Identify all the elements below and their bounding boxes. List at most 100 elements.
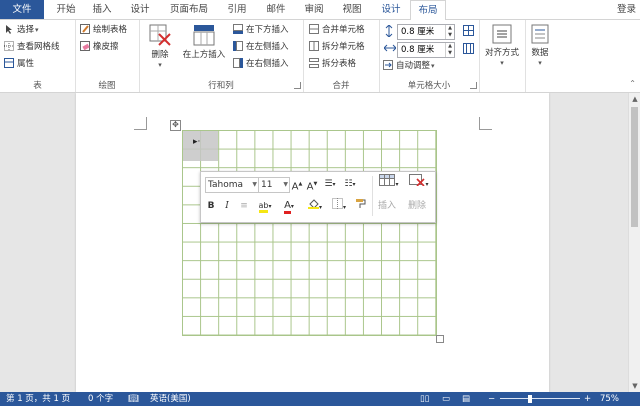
- split-table-button[interactable]: 拆分表格: [309, 57, 356, 72]
- autofit-label: 自动调整: [396, 61, 435, 71]
- data-icon: [531, 24, 549, 44]
- insert-left-label: 在左侧插入: [246, 42, 289, 52]
- zoom-level[interactable]: 75%: [600, 392, 619, 406]
- selected-cell[interactable]: [183, 131, 218, 161]
- ribbon-tab-bar: 文件 开始 插入 设计 页面布局 引用 邮件 审阅 视图 设计 布局 登录: [0, 0, 640, 21]
- tab-page-layout[interactable]: 页面布局: [163, 0, 215, 19]
- proofing-icon[interactable]: 📖︎: [128, 392, 139, 406]
- view-gridlines-button[interactable]: 查看网格线: [4, 40, 60, 55]
- group-cell-size-label: 单元格大小: [407, 81, 451, 91]
- grow-font-icon[interactable]: A▲: [291, 176, 303, 192]
- column-width-spinner[interactable]: ▲▼: [397, 42, 455, 58]
- delete-mini-button[interactable]: 删除: [405, 198, 429, 214]
- collapse-ribbon-icon[interactable]: ⌃: [629, 79, 636, 88]
- insert-right-label: 在右侧插入: [246, 59, 289, 69]
- tab-design[interactable]: 设计: [124, 0, 156, 19]
- tab-insert[interactable]: 插入: [86, 0, 118, 19]
- group-data: 数据 ▾: [525, 20, 555, 92]
- print-layout-icon[interactable]: ▭: [442, 392, 450, 406]
- read-mode-icon[interactable]: ▯▯: [420, 392, 429, 406]
- mini-toolbar-separator: [372, 176, 373, 216]
- alignment-icon: [492, 24, 512, 44]
- chevron-down-icon: ▼: [252, 181, 257, 188]
- zoom-out-icon[interactable]: −: [488, 392, 495, 406]
- draw-table-button[interactable]: 绘制表格: [80, 23, 127, 38]
- scroll-thumb[interactable]: [631, 107, 638, 227]
- format-painter-icon[interactable]: [353, 198, 367, 214]
- insert-left-button[interactable]: 在左侧插入: [233, 40, 289, 55]
- font-color-icon[interactable]: A▾: [279, 198, 299, 214]
- shrink-font-icon[interactable]: A▼: [306, 176, 318, 192]
- insert-table-icon[interactable]: ▾: [376, 174, 402, 190]
- tab-table-design[interactable]: 设计: [375, 0, 407, 19]
- language-indicator[interactable]: 英语(美国): [150, 392, 191, 406]
- select-button[interactable]: 选择: [4, 23, 39, 38]
- tab-home[interactable]: 开始: [50, 0, 82, 19]
- properties-label: 属性: [17, 59, 35, 69]
- zoom-in-icon[interactable]: +: [584, 392, 591, 406]
- vertical-scrollbar[interactable]: ▲ ▼: [628, 93, 640, 392]
- tab-references[interactable]: 引用: [222, 0, 252, 19]
- distribute-columns-icon[interactable]: [463, 43, 474, 57]
- borders-icon[interactable]: ▾: [329, 198, 349, 214]
- web-layout-icon[interactable]: ▤: [462, 392, 470, 406]
- properties-button[interactable]: 属性: [4, 57, 34, 72]
- font-size-box[interactable]: 11 ▼: [258, 177, 290, 193]
- split-cells-button[interactable]: 拆分单元格: [309, 40, 365, 55]
- align-center-icon[interactable]: ≡: [237, 198, 251, 214]
- merge-cells-label: 合并单元格: [322, 25, 365, 35]
- delete-table-icon[interactable]: ▾: [406, 174, 432, 190]
- group-merge-label: 合并: [332, 81, 350, 91]
- numbering-icon[interactable]: ☷▾: [341, 176, 359, 192]
- eraser-button[interactable]: 橡皮擦: [80, 40, 119, 55]
- word-count[interactable]: 0 个字: [88, 392, 113, 406]
- group-draw-label: 绘图: [98, 81, 116, 91]
- bullets-icon[interactable]: ☰▾: [321, 176, 339, 192]
- data-label: 数据: [531, 48, 549, 58]
- row-height-arrows-icon[interactable]: ▲ ▼: [445, 25, 454, 39]
- tab-table-layout[interactable]: 布局: [410, 0, 446, 21]
- cell-size-launcher-icon[interactable]: .: [470, 82, 477, 89]
- distribute-rows-icon[interactable]: [463, 25, 474, 39]
- insert-above-button[interactable]: 在上方插入: [179, 24, 229, 60]
- signin-link[interactable]: 登录: [617, 0, 636, 19]
- column-width-arrows-icon[interactable]: ▲ ▼: [445, 43, 454, 57]
- font-name-box[interactable]: Tahoma ▼: [205, 177, 259, 193]
- bold-button[interactable]: B: [205, 198, 217, 214]
- delete-table-icon: [149, 24, 171, 46]
- delete-button[interactable]: 删除 ▾: [145, 24, 175, 70]
- zoom-slider-knob[interactable]: [528, 395, 532, 403]
- row-height-input[interactable]: [398, 25, 439, 37]
- row-height-icon: [384, 24, 394, 40]
- view-gridlines-label: 查看网格线: [17, 42, 60, 52]
- rows-columns-launcher-icon[interactable]: .: [294, 82, 301, 89]
- tab-mailings[interactable]: 邮件: [260, 0, 292, 19]
- italic-button[interactable]: I: [221, 198, 233, 214]
- alignment-button[interactable]: 对齐方式 ▾: [481, 24, 523, 68]
- tab-review[interactable]: 审阅: [298, 0, 330, 19]
- shading-icon[interactable]: ▾: [305, 198, 325, 214]
- split-table-label: 拆分表格: [322, 59, 357, 69]
- grid-table[interactable]: [182, 130, 437, 336]
- autofit-button[interactable]: 自动调整: [383, 59, 435, 74]
- highlight-color-icon[interactable]: ab▾: [255, 198, 275, 214]
- table-move-handle-icon[interactable]: ✥: [170, 120, 181, 131]
- tab-view[interactable]: 视图: [336, 0, 368, 19]
- zoom-slider[interactable]: [500, 398, 580, 399]
- scroll-up-icon[interactable]: ▲: [629, 93, 640, 105]
- merge-cells-icon: [309, 23, 319, 34]
- insert-button[interactable]: 插入: [375, 198, 399, 214]
- page-count[interactable]: 第 1 页，共 1 页: [6, 392, 70, 406]
- column-width-input[interactable]: [398, 43, 439, 55]
- merge-cells-button[interactable]: 合并单元格: [309, 23, 365, 38]
- tab-file[interactable]: 文件: [0, 0, 44, 19]
- text-cursor: ▸·: [193, 137, 201, 147]
- insert-right-button[interactable]: 在右侧插入: [233, 57, 289, 72]
- scroll-down-icon[interactable]: ▼: [629, 380, 640, 392]
- properties-icon: [4, 57, 14, 68]
- row-height-spinner[interactable]: ▲▼: [397, 24, 455, 40]
- data-button[interactable]: 数据 ▾: [525, 24, 555, 68]
- table-resize-handle[interactable]: [436, 335, 444, 343]
- insert-below-button[interactable]: 在下方插入: [233, 23, 289, 38]
- insert-below-label: 在下方插入: [246, 25, 289, 35]
